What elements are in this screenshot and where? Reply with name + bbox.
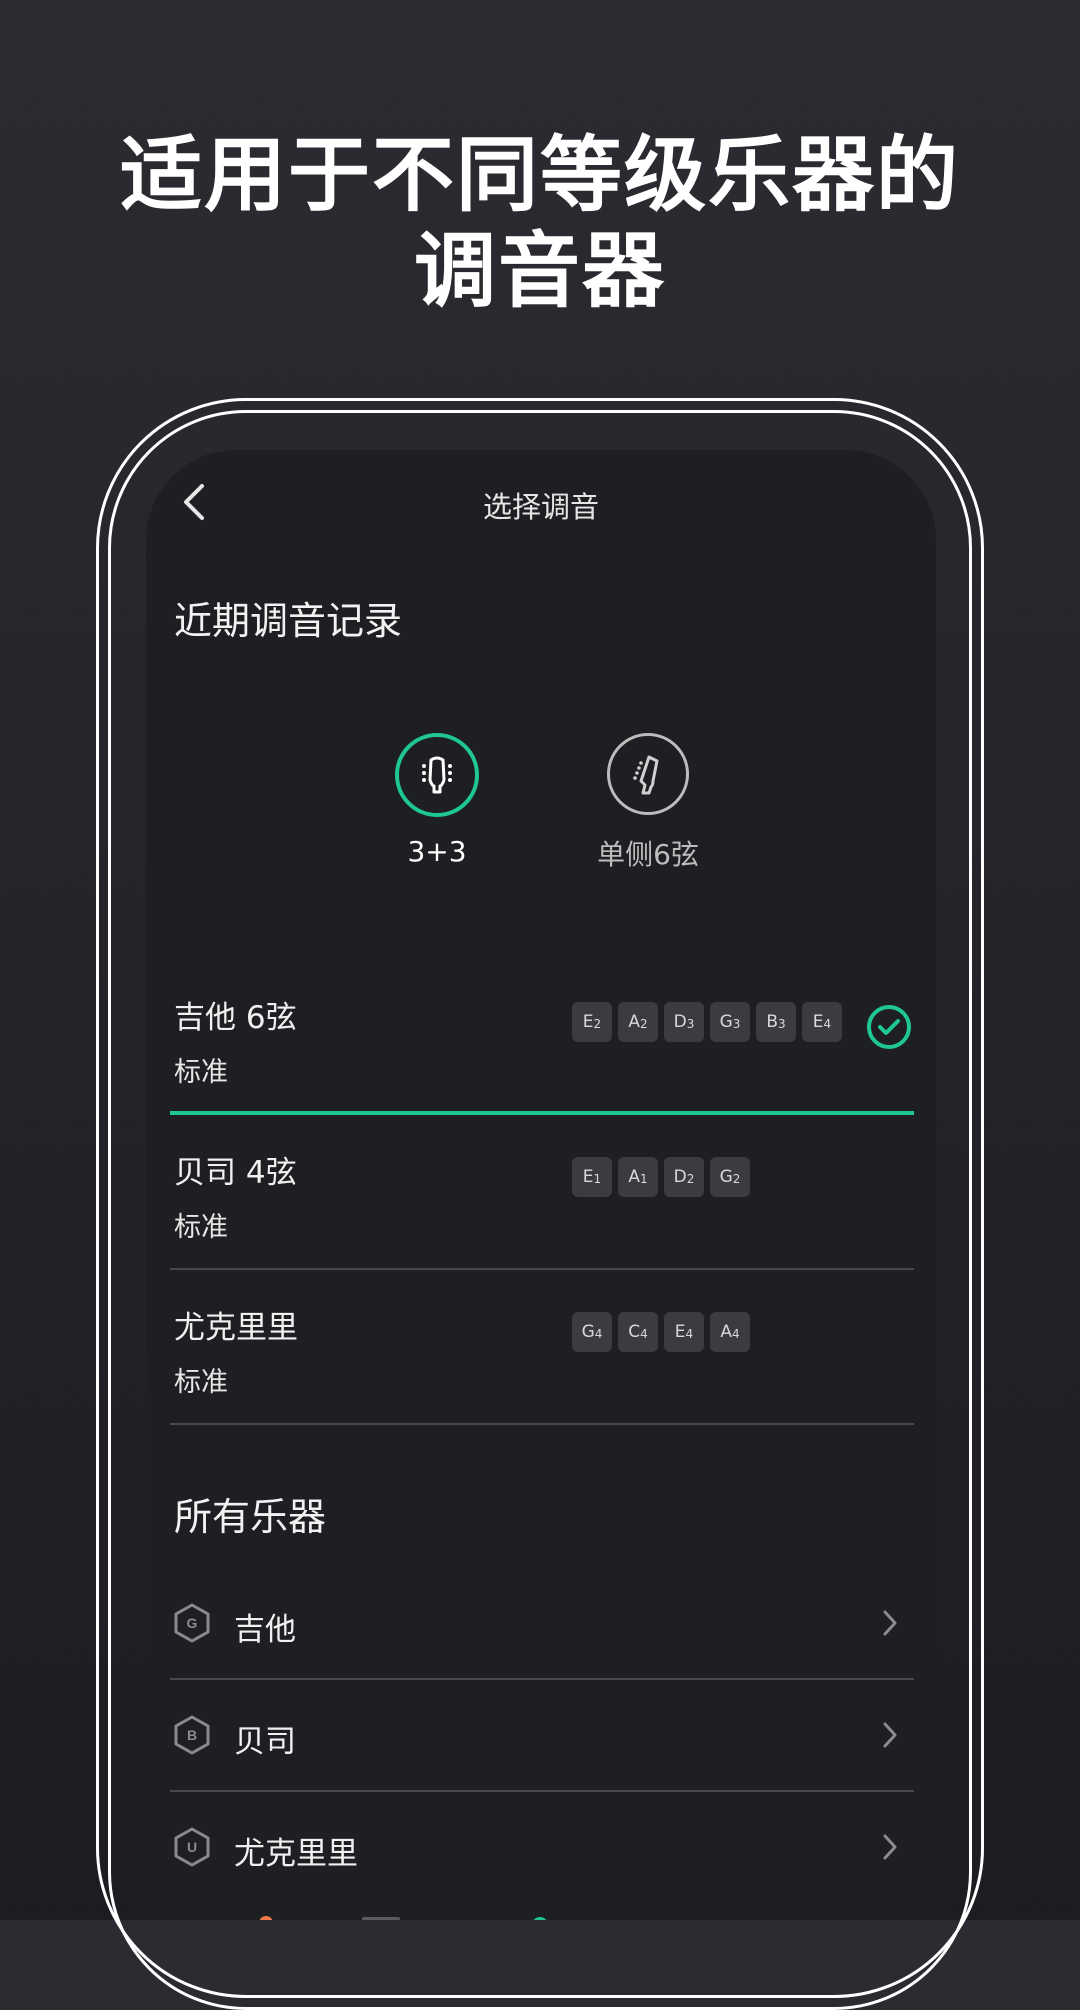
- recent-row-name: 吉他 6弦: [174, 1000, 297, 1036]
- note-chip: C4: [618, 1312, 658, 1352]
- recent-row-guitar[interactable]: 吉他 6弦 标准 E2 A2 D3 G3 B3 E4: [170, 960, 914, 1115]
- mode-6-inline-label: 单侧6弦: [597, 838, 699, 871]
- note-chips: E2 A2 D3 G3 B3 E4: [572, 1002, 842, 1042]
- note-chip: E4: [664, 1312, 704, 1352]
- note-chip: G3: [710, 1002, 750, 1042]
- tab-indicator-dot: [259, 1916, 273, 1920]
- instrument-item-ukulele[interactable]: U 尤克里里: [170, 1792, 914, 1904]
- all-instruments-title: 所有乐器: [174, 1495, 327, 1539]
- chevron-right-icon: [880, 1608, 900, 1642]
- promo-headline-line1: 适用于不同等级乐器的: [119, 128, 960, 223]
- selected-check-icon: [866, 1004, 912, 1054]
- promo-headline: 适用于不同等级乐器的 调音器: [0, 128, 1080, 320]
- instrument-item-guitar[interactable]: G 吉他: [170, 1568, 914, 1680]
- note-chip: A1: [618, 1157, 658, 1197]
- note-chip: G4: [572, 1312, 612, 1352]
- recent-row-name: 贝司 4弦: [174, 1155, 297, 1191]
- note-chips: G4 C4 E4 A4: [572, 1312, 750, 1352]
- note-chip: G2: [710, 1157, 750, 1197]
- recent-row-tuning: 标准: [174, 1367, 228, 1398]
- recent-row-tuning: 标准: [174, 1057, 228, 1088]
- svg-text:G: G: [187, 1615, 198, 1631]
- mode-3x3-label: 3+3: [407, 835, 467, 868]
- mode-3x3-button[interactable]: 3+3: [357, 733, 517, 868]
- recent-row-tuning: 标准: [174, 1212, 228, 1243]
- chevron-right-icon: [880, 1720, 900, 1754]
- note-chip: E4: [802, 1002, 842, 1042]
- instrument-label: 贝司: [234, 1724, 296, 1760]
- recent-row-name: 尤克里里: [174, 1310, 298, 1346]
- hexagon-b-icon: B: [172, 1714, 212, 1760]
- instrument-label: 尤克里里: [234, 1836, 358, 1872]
- hexagon-u-icon: U: [172, 1826, 212, 1872]
- svg-text:B: B: [187, 1727, 197, 1743]
- chevron-right-icon: [880, 1832, 900, 1866]
- note-chips: E1 A1 D2 G2: [572, 1157, 750, 1197]
- hexagon-g-icon: G: [172, 1602, 212, 1648]
- recent-row-ukulele[interactable]: 尤克里里 标准 G4 C4 E4 A4: [170, 1270, 914, 1425]
- note-chip: D3: [664, 1002, 704, 1042]
- mode-6-inline-button[interactable]: 单侧6弦: [568, 733, 728, 873]
- note-chip: A4: [710, 1312, 750, 1352]
- row-divider: [170, 1423, 914, 1425]
- svg-text:U: U: [187, 1839, 197, 1855]
- note-chip: A2: [618, 1002, 658, 1042]
- note-chip: B3: [756, 1002, 796, 1042]
- bottom-tab-bar: [146, 1908, 936, 1920]
- instrument-item-bass[interactable]: B 贝司: [170, 1680, 914, 1792]
- recent-section-title: 近期调音记录: [174, 599, 403, 643]
- note-chip: E1: [572, 1157, 612, 1197]
- headstock-6-inline-icon: [607, 733, 689, 815]
- instrument-label: 吉他: [234, 1612, 296, 1648]
- recent-row-bass[interactable]: 贝司 4弦 标准 E1 A1 D2 G2: [170, 1115, 914, 1270]
- top-bar: 选择调音: [146, 450, 936, 550]
- note-chip: D2: [664, 1157, 704, 1197]
- headstock-3x3-icon: [395, 733, 479, 817]
- note-chip: E2: [572, 1002, 612, 1042]
- screen-title: 选择调音: [482, 490, 599, 524]
- promo-headline-line2: 调音器: [413, 224, 666, 319]
- phone-screen: 选择调音 近期调音记录 3+3 单侧6弦 吉他 6弦 标准 E2 A2 D 3 …: [146, 450, 936, 1920]
